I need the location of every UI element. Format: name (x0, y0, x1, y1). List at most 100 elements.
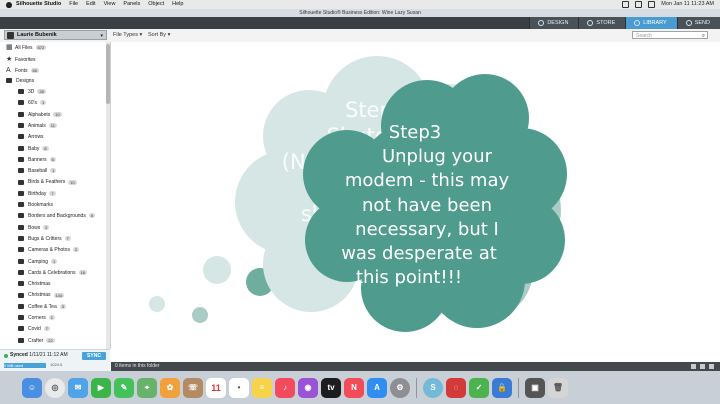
messages-icon[interactable]: ✎ (114, 378, 134, 398)
count-badge: 3 (59, 303, 66, 309)
menu-app-name[interactable]: Silhouette Studio (16, 0, 61, 9)
messages-glyph: ✎ (120, 383, 128, 392)
wifi-icon[interactable] (622, 1, 630, 8)
menu-help[interactable]: Help (172, 0, 183, 9)
file-types-filter[interactable]: File Types ▾ (113, 31, 142, 40)
menu-view[interactable]: View (104, 0, 116, 9)
other-app-icon[interactable]: ◌ (446, 378, 466, 398)
facetime-icon[interactable]: ▶ (91, 378, 111, 398)
menu-edit[interactable]: Edit (86, 0, 95, 9)
sidebar-folder-item[interactable]: Animals 11 (18, 121, 57, 132)
podcasts-icon[interactable]: ◉ (298, 378, 318, 398)
sidebar-folder-item[interactable]: Coffee & Tea 3 (18, 302, 66, 313)
sidebar-folder-label: Arrows (28, 134, 44, 141)
chrome-icon[interactable]: ◎ (45, 378, 65, 398)
sidebar-folder-item[interactable]: 3D 38 (18, 87, 46, 98)
sidebar-folder-item[interactable]: Cards & Celebrations 16 (18, 268, 87, 279)
count-badge: 38 (37, 89, 46, 95)
chevron-down-icon: ▾ (100, 33, 103, 39)
contacts-icon[interactable]: ☏ (183, 378, 203, 398)
sidebar-folder-label: Bookmarks (28, 202, 54, 208)
tab-send[interactable]: SEND (676, 17, 720, 29)
sidebar-scrollbar-thumb[interactable] (106, 44, 110, 104)
mail-icon[interactable]: ✉ (68, 378, 88, 398)
system-preferences-icon[interactable]: ⚙ (390, 378, 410, 398)
front-text-line: this point!!! (356, 267, 462, 288)
sidebar-folder-item[interactable]: Camping 1 (18, 257, 58, 268)
sync-button[interactable]: SYNC (82, 352, 106, 360)
clock[interactable]: Mon Jan 11 11:23 AM (661, 0, 714, 9)
sidebar-folder-item[interactable]: Bookmarks (18, 200, 53, 211)
music-icon[interactable]: ♪ (275, 378, 295, 398)
sidebar-folder-item[interactable]: Cameras & Photos 2 (18, 245, 80, 256)
sidebar-folder-label: Crafter (28, 337, 44, 344)
sidebar-folder-item[interactable]: Christmas 144 (18, 290, 65, 301)
tab-library[interactable]: LIBRARY (625, 17, 677, 29)
sidebar-folder-item[interactable]: Bugs & Critters 7 (18, 234, 71, 245)
sidebar-folder-label: Bows (28, 224, 41, 231)
sidebar-folder-item[interactable]: Baby 8 (18, 144, 49, 155)
silhouette-icon[interactable]: S (423, 378, 443, 398)
sidebar-folder-item[interactable]: Bows 2 (18, 223, 50, 234)
list-view-icon[interactable] (691, 364, 696, 369)
sort-by-dropdown[interactable]: Sort By ▾ (148, 31, 170, 40)
count-badge: 8 (42, 145, 49, 151)
sidebar-item-label: Favorites (15, 56, 36, 63)
menu-panels[interactable]: Panels (123, 0, 140, 9)
menu-file[interactable]: File (69, 0, 78, 9)
sidebar-folder-item[interactable]: Alphabets 10 (18, 110, 62, 121)
apple-icon[interactable] (6, 1, 12, 8)
tab-store[interactable]: STORE (578, 17, 626, 29)
sidebar-folder-item[interactable]: 60's 1 (18, 98, 47, 109)
sidebar-folder-label: Christmas (28, 281, 51, 288)
tv-icon[interactable]: tv (321, 378, 341, 398)
sidebar-folder-item[interactable]: Crafter 22 (18, 336, 55, 347)
app-store-glyph: A (374, 383, 380, 392)
sidebar-item-all-files[interactable]: ▦ All Files 872 (6, 42, 47, 53)
count-badge: 1 (51, 258, 58, 264)
grid-view-icon[interactable] (700, 364, 705, 369)
count-badge: 2 (43, 224, 50, 230)
screen-icon[interactable]: ▣ (525, 378, 545, 398)
store-icon (587, 20, 594, 26)
calendar-icon[interactable]: 11 (206, 378, 226, 398)
lock-icon[interactable]: 🔒 (492, 378, 512, 398)
battery-icon[interactable] (635, 1, 643, 8)
sidebar-folder-item[interactable]: Banners 6 (18, 155, 56, 166)
search-input[interactable]: Search ⌕ (632, 31, 708, 39)
sidebar-scrollbar[interactable] (106, 42, 110, 349)
sync-status-text: Synced 1/11/21 11:12 AM (10, 352, 68, 358)
sidebar-folder-label: Banners (28, 156, 47, 163)
finder-icon[interactable]: ☺ (22, 378, 42, 398)
sidebar-folder-item[interactable]: Corners 1 (18, 313, 56, 324)
notes-icon[interactable]: ≡ (252, 378, 272, 398)
sidebar-item-fonts[interactable]: A Fonts 66 (6, 65, 39, 76)
sidebar-folder-item[interactable]: Christmas (18, 279, 51, 290)
reminders-icon[interactable]: • (229, 378, 249, 398)
sidebar-item-favorites[interactable]: ★ Favorites (6, 54, 36, 65)
user-account-dropdown[interactable]: Laurie Bubenik ▾ (4, 30, 107, 40)
large-grid-view-icon[interactable] (709, 364, 714, 369)
photos-icon[interactable]: ✿ (160, 378, 180, 398)
search-icon[interactable]: ⌕ (702, 32, 705, 40)
control-center-icon[interactable] (648, 1, 656, 8)
app-store-icon[interactable]: A (367, 378, 387, 398)
sidebar-folder-item[interactable]: Arrows (18, 132, 44, 143)
count-badge: 11 (48, 123, 57, 129)
storage-used: 0 MB used (4, 363, 24, 368)
sidebar-folder-item[interactable]: Covid 7 (18, 324, 51, 335)
sidebar-folder-item[interactable]: Birthday 7 (18, 189, 56, 200)
news-icon[interactable]: N (344, 378, 364, 398)
sidebar-folder-item[interactable]: Baseball 1 (18, 166, 57, 177)
sidebar-item-label: All Files (15, 44, 33, 51)
sidebar-folder-item[interactable]: Borders and Backgrounds 6 (18, 211, 96, 222)
sidebar-folder-item[interactable]: Birds & Feathers 10 (18, 177, 77, 188)
sidebar-item-designs[interactable]: Designs (6, 76, 34, 87)
green-app-icon[interactable]: ✓ (469, 378, 489, 398)
maps-icon[interactable]: ⌖ (137, 378, 157, 398)
sidebar-folder-label: Coffee & Tea (28, 303, 57, 310)
folder-icon (18, 145, 24, 151)
trash-icon[interactable]: 🗑 (548, 378, 568, 398)
menu-object[interactable]: Object (148, 0, 164, 9)
tab-design[interactable]: DESIGN (529, 17, 579, 29)
